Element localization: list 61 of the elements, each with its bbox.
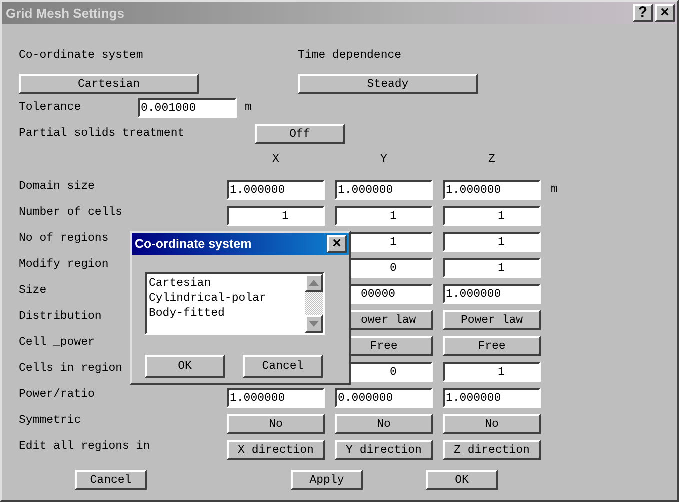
row-label: Symmetric bbox=[19, 414, 82, 428]
partial-solids-button[interactable]: Off bbox=[255, 124, 345, 144]
option-button[interactable]: No bbox=[227, 414, 325, 434]
row-label: No of regions bbox=[19, 232, 109, 246]
tolerance-label: Tolerance bbox=[19, 101, 82, 115]
close-button[interactable]: × bbox=[655, 4, 675, 22]
close-button[interactable]: × bbox=[327, 235, 347, 253]
coordinate-system-button[interactable]: Cartesian bbox=[19, 74, 199, 94]
count-field[interactable]: 1 bbox=[335, 206, 433, 226]
option-button[interactable]: No bbox=[335, 414, 433, 434]
count-field[interactable]: 1 bbox=[227, 206, 325, 226]
value-field[interactable]: 1.000000 bbox=[335, 180, 433, 200]
value-field[interactable]: 1.000000 bbox=[443, 388, 541, 408]
option-button[interactable]: No bbox=[443, 414, 541, 434]
window-title: Grid Mesh Settings bbox=[6, 6, 124, 20]
row-label: Number of cells bbox=[19, 206, 123, 220]
coordinate-system-label: Co-ordinate system bbox=[19, 49, 144, 63]
row-label: Distribution bbox=[19, 310, 102, 324]
list-item[interactable]: Cartesian bbox=[149, 276, 303, 291]
row-label: Modify region bbox=[19, 258, 109, 272]
row-label: Edit all regions in bbox=[19, 440, 150, 454]
dialog-title: Co-ordinate system bbox=[135, 237, 252, 251]
row-label: Power/ratio bbox=[19, 388, 95, 402]
value-field[interactable]: 1.000000 bbox=[443, 284, 541, 304]
value-field[interactable]: 1.000000 bbox=[227, 388, 325, 408]
dialog-button[interactable]: OK bbox=[145, 355, 225, 378]
column-header: Y bbox=[380, 153, 388, 166]
scroll-down-icon[interactable] bbox=[305, 315, 323, 333]
time-dependence-label: Time dependence bbox=[298, 49, 403, 63]
value-field[interactable]: 1.000000 bbox=[443, 180, 541, 200]
value-field[interactable]: 1.000000 bbox=[227, 180, 325, 200]
count-field[interactable]: 1 bbox=[443, 232, 541, 252]
partial-solids-label: Partial solids treatment bbox=[19, 127, 186, 141]
option-button[interactable]: Free bbox=[443, 336, 541, 356]
time-dependence-button[interactable]: Steady bbox=[298, 74, 478, 94]
count-field[interactable]: 1 bbox=[443, 258, 541, 278]
help-button[interactable]: ? bbox=[633, 4, 653, 22]
row-label: Domain size bbox=[19, 180, 95, 194]
option-button[interactable]: Z direction bbox=[443, 440, 541, 460]
option-button[interactable]: Power law bbox=[443, 310, 541, 330]
dialog-button[interactable]: OK bbox=[426, 470, 498, 490]
option-button[interactable]: X direction bbox=[227, 440, 325, 460]
count-field[interactable]: 1 bbox=[443, 206, 541, 226]
option-button[interactable]: Y direction bbox=[335, 440, 433, 460]
scroll-up-icon[interactable] bbox=[305, 274, 323, 292]
list-item[interactable]: Cylindrical-polar bbox=[149, 291, 303, 306]
column-header: Z bbox=[488, 153, 496, 166]
row-label: Cells in region bbox=[19, 362, 123, 376]
count-field[interactable]: 1 bbox=[443, 362, 541, 382]
row-label: Cell _power bbox=[19, 336, 95, 350]
dialog-button[interactable]: Apply bbox=[291, 470, 363, 490]
value-field[interactable]: 0.000000 bbox=[335, 388, 433, 408]
row-label: Size bbox=[19, 284, 47, 298]
tolerance-field[interactable]: 0.001000 bbox=[138, 98, 237, 118]
dialog-button[interactable]: Cancel bbox=[75, 470, 147, 490]
scrollbar[interactable] bbox=[305, 274, 323, 333]
unit-label: m bbox=[551, 183, 559, 197]
list-item[interactable]: Body-fitted bbox=[149, 306, 303, 321]
dialog-button[interactable]: Cancel bbox=[243, 355, 323, 378]
column-header: X bbox=[272, 153, 280, 166]
unit-label: m bbox=[245, 101, 252, 115]
